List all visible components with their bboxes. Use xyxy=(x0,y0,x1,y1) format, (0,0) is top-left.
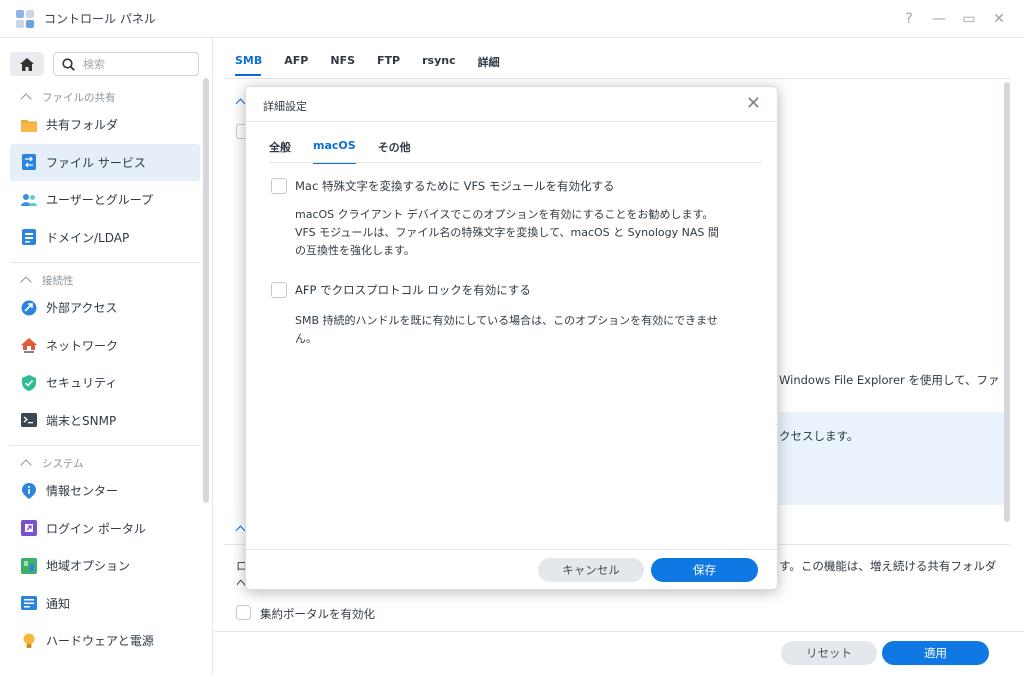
dialog-title: 詳細設定 xyxy=(263,100,307,113)
sidebar-item-shared-folder[interactable]: 共有フォルダ xyxy=(10,106,200,144)
minimize-icon[interactable]: — xyxy=(932,10,946,28)
security-shield-icon xyxy=(21,374,37,391)
tab-rsync[interactable]: rsync xyxy=(422,54,456,76)
tab-nfs[interactable]: NFS xyxy=(330,54,355,76)
cancel-button[interactable]: キャンセル xyxy=(538,558,644,582)
reset-button[interactable]: リセット xyxy=(781,641,877,665)
sidebar-item-security[interactable]: セキュリティ xyxy=(10,364,200,402)
tab-smb-underline xyxy=(235,74,261,76)
collapse-chevron-icon[interactable] xyxy=(235,525,246,536)
vfs-module-description: macOS クライアント デバイスでこのオプションを有効にすることをお勧めします… xyxy=(295,208,719,257)
sidebar: ファイルの共有 共有フォルダ ファイル サービス ユーザーとグループ ドメイン/… xyxy=(0,38,213,675)
sidebar-divider xyxy=(10,262,200,263)
vfs-module-label: Mac 特殊文字を変換するために VFS モジュールを有効化する xyxy=(295,179,615,193)
domain-ldap-icon xyxy=(21,229,37,246)
sidebar-item-network[interactable]: ネットワーク xyxy=(10,327,200,365)
tabs-divider xyxy=(224,78,1010,79)
sidebar-item-users-groups[interactable]: ユーザーとグループ xyxy=(10,181,200,219)
sidebar-item-regional-options[interactable]: 地域オプション xyxy=(10,547,200,585)
dialog-header-divider xyxy=(246,121,777,122)
afp-cross-protocol-lock-label: AFP でクロスプロトコル ロックを有効にする xyxy=(295,283,531,297)
save-button[interactable]: 保存 xyxy=(651,558,758,582)
home-icon xyxy=(20,57,34,71)
aggregated-portal-label: 集約ポータルを有効化 xyxy=(260,607,375,621)
collapse-chevron-icon[interactable] xyxy=(235,98,246,109)
control-panel-app-icon xyxy=(16,9,34,28)
sidebar-nav: ファイルの共有 共有フォルダ ファイル サービス ユーザーとグループ ドメイン/… xyxy=(0,84,210,660)
sidebar-item-external-access[interactable]: 外部アクセス xyxy=(10,289,200,327)
sidebar-item-domain-ldap[interactable]: ドメイン/LDAP xyxy=(10,219,200,257)
vfs-module-option[interactable]: Mac 特殊文字を変換するために VFS モジュールを有効化する xyxy=(271,178,615,194)
section-header-connectivity[interactable]: 接続性 xyxy=(0,271,210,289)
hardware-power-icon xyxy=(21,633,37,649)
home-button[interactable] xyxy=(10,52,44,76)
sidebar-item-hardware-power[interactable]: ハードウェアと電源 xyxy=(10,622,200,660)
section-header-system[interactable]: システム xyxy=(0,454,210,472)
login-portal-icon xyxy=(21,520,37,537)
aggregated-portal-checkbox[interactable] xyxy=(236,605,251,620)
sidebar-item-notification[interactable]: 通知 xyxy=(10,585,200,623)
regional-options-icon xyxy=(21,557,37,574)
sidebar-scrollbar[interactable] xyxy=(203,78,209,503)
dialog-close-icon[interactable]: ✕ xyxy=(746,94,761,114)
afp-cross-protocol-lock-checkbox[interactable] xyxy=(271,282,287,298)
sidebar-item-file-services[interactable]: ファイル サービス xyxy=(10,143,200,181)
notification-icon xyxy=(21,595,37,611)
chevron-up-icon xyxy=(20,459,32,471)
network-icon xyxy=(21,337,37,353)
tab-others[interactable]: その他 xyxy=(378,139,411,163)
main-scrollbar[interactable] xyxy=(1004,82,1010,522)
tab-macos[interactable]: macOS xyxy=(313,139,356,164)
search-icon xyxy=(62,57,75,71)
search-input[interactable] xyxy=(83,57,183,71)
service-tabs: SMB AFP NFS FTP rsync 詳細 xyxy=(235,54,522,76)
dialog-tabs: 全般 macOS その他 xyxy=(269,139,433,164)
background-text: Windows File Explorer を使用して、ファ xyxy=(779,373,1000,387)
chevron-up-icon xyxy=(20,276,32,288)
sidebar-divider xyxy=(10,445,200,446)
main-footer: リセット 適用 xyxy=(214,631,1024,675)
title-bar: コントロール パネル ? — ▭ ✕ xyxy=(0,0,1024,38)
section-header-file-sharing[interactable]: ファイルの共有 xyxy=(0,88,210,106)
external-access-icon xyxy=(21,300,37,316)
apply-button[interactable]: 適用 xyxy=(882,641,989,665)
user-group-icon xyxy=(21,192,37,208)
chevron-up-icon xyxy=(20,93,32,105)
search-field[interactable] xyxy=(53,52,199,76)
dialog-footer-divider xyxy=(246,549,777,550)
shared-folder-icon xyxy=(21,117,37,133)
dialog-tabs-divider xyxy=(269,162,762,163)
vfs-module-checkbox[interactable] xyxy=(271,178,287,194)
tab-advanced[interactable]: 詳細 xyxy=(478,54,500,76)
close-icon[interactable]: ✕ xyxy=(992,10,1006,28)
afp-cross-protocol-lock-option[interactable]: AFP でクロスプロトコル ロックを有効にする xyxy=(271,282,531,298)
terminal-icon xyxy=(21,412,37,428)
tab-ftp[interactable]: FTP xyxy=(377,54,400,76)
background-text: クセスします。 xyxy=(779,429,859,443)
help-icon[interactable]: ? xyxy=(902,10,916,28)
window-title: コントロール パネル xyxy=(44,12,156,26)
sidebar-item-info-center[interactable]: 情報センター xyxy=(10,472,200,510)
maximize-icon[interactable]: ▭ xyxy=(962,10,976,28)
background-text: す。この機能は、増え続ける共有フォルダ xyxy=(779,559,997,573)
sidebar-item-login-portal[interactable]: ログイン ポータル xyxy=(10,510,200,548)
sidebar-item-terminal-snmp[interactable]: 端末とSNMP xyxy=(10,402,200,440)
tab-smb[interactable]: SMB xyxy=(235,54,262,76)
advanced-settings-dialog: 詳細設定 ✕ 全般 macOS その他 Mac 特殊文字を変換するために VFS… xyxy=(245,86,778,590)
file-services-icon xyxy=(21,154,37,171)
info-highlight-box xyxy=(779,412,1004,505)
info-center-icon xyxy=(21,482,37,499)
afp-cross-protocol-lock-description: SMB 持続的ハンドルを既に有効にしている場合は、このオプションを有効にできませ… xyxy=(295,314,718,345)
tab-afp[interactable]: AFP xyxy=(284,54,308,76)
tab-general[interactable]: 全般 xyxy=(269,139,291,163)
